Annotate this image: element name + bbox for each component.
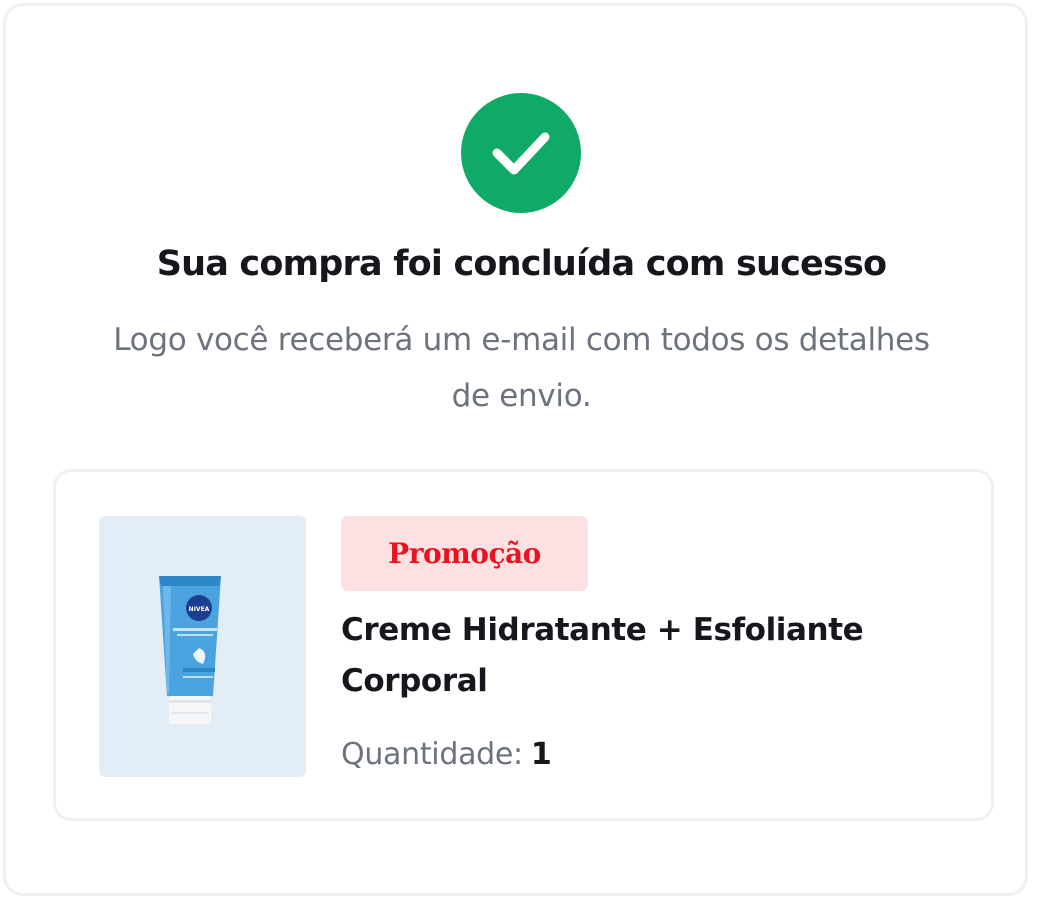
quantity-row: Quantidade: 1 [341, 730, 552, 780]
promo-badge: Promoção [341, 516, 588, 591]
nivea-logo-text: NIVEA [189, 606, 210, 613]
order-confirmation-card: Sua compra foi concluída com sucesso Log… [3, 3, 1028, 896]
confirmation-title: Sua compra foi concluída com sucesso [156, 244, 887, 284]
quantity-label: Quantidade: [341, 737, 523, 772]
confirmation-message: Logo você receberá um e-mail com todos o… [113, 322, 930, 414]
check-icon [492, 132, 550, 175]
success-badge [461, 93, 581, 213]
nivea-tube-image: NIVEA [159, 576, 221, 724]
product-name: Creme Hidratante + Esfoliante Corporal [341, 612, 864, 699]
quantity-value: 1 [530, 737, 552, 772]
product-image: NIVEA [99, 516, 306, 777]
product-card: NIVEA Promoção Creme Hidratante + Esfoli… [53, 469, 994, 821]
